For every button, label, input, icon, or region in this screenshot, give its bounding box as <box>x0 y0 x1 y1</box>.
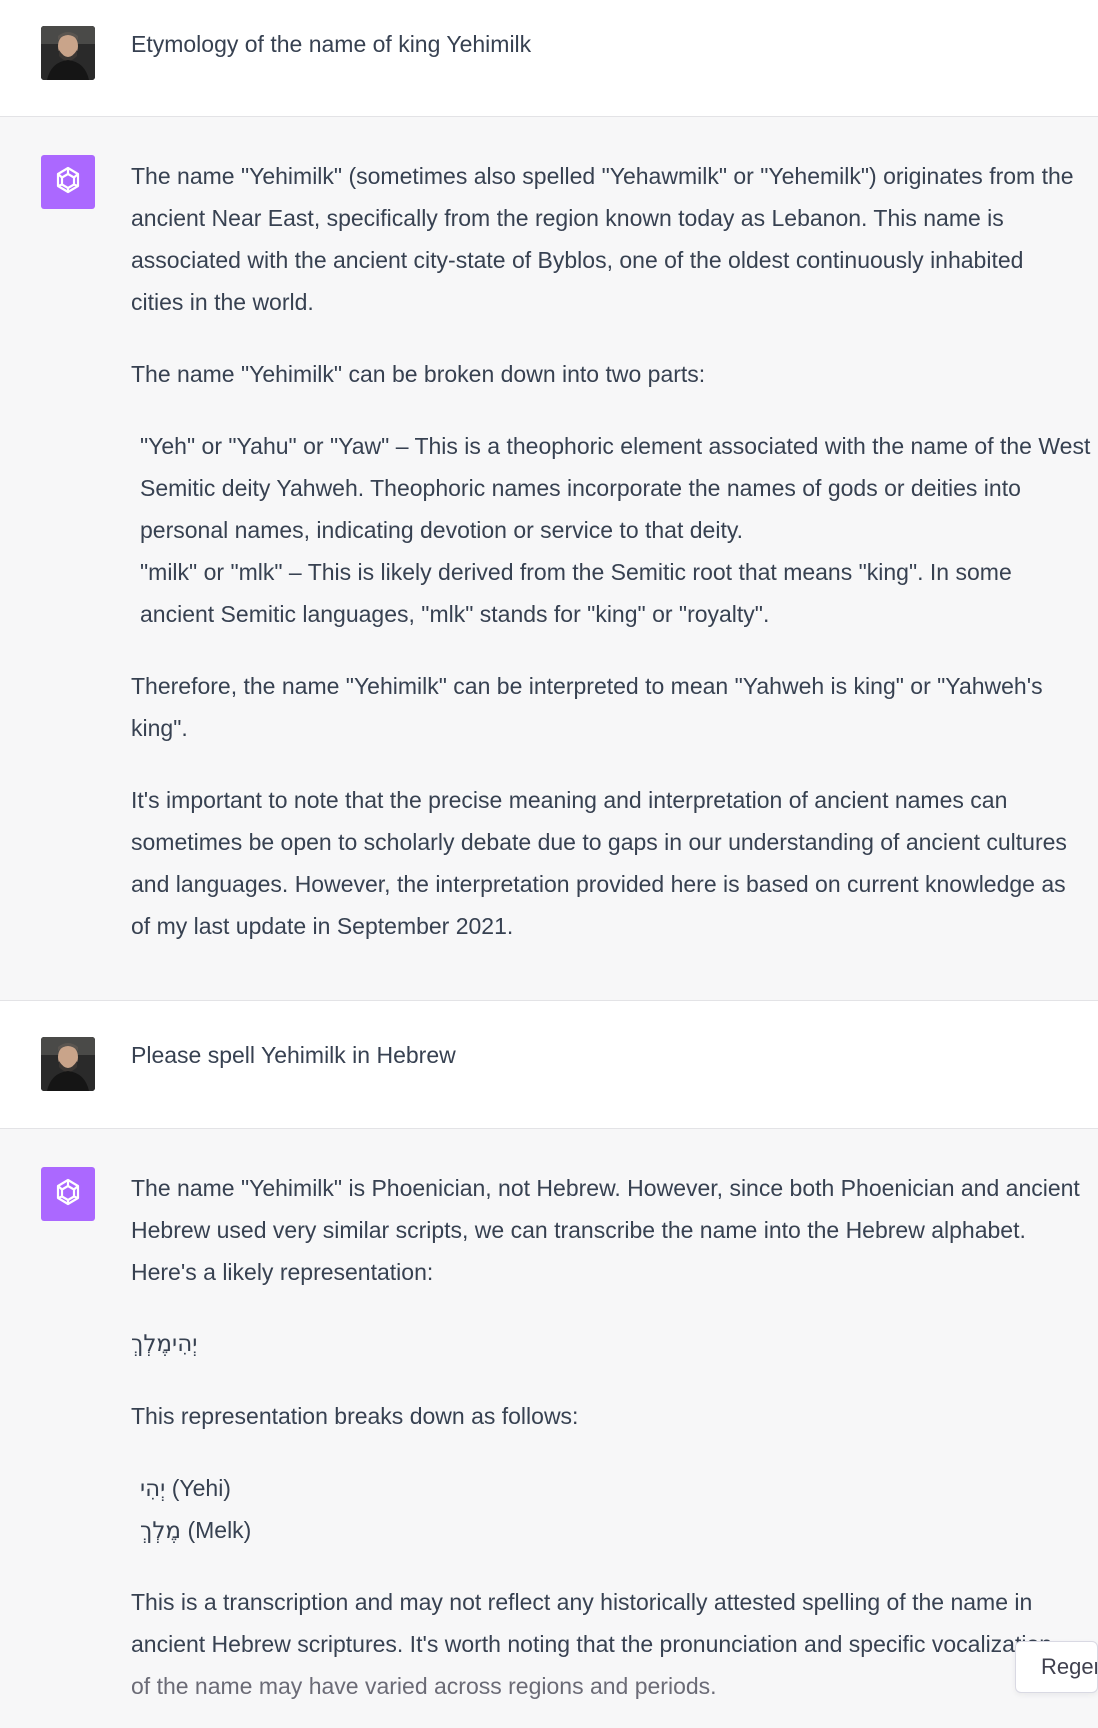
user-photo-icon <box>41 1037 95 1091</box>
answer-line: Therefore, the name "Yehimilk" can be in… <box>131 673 1043 699</box>
answer-line: Hebrew used very similar scripts, we can… <box>131 1217 1026 1243</box>
answer-line: This is a transcription and may not refl… <box>131 1589 1033 1615</box>
list-item-line: ancient Semitic languages, "mlk" stands … <box>140 601 770 627</box>
latin-part: (Yehi) <box>165 1475 231 1501</box>
assistant-avatar <box>41 1167 95 1221</box>
regenerate-label: Regenerate <box>1041 1654 1097 1679</box>
answer-line: This representation breaks down as follo… <box>131 1403 579 1429</box>
latin-part: (Melk) <box>181 1517 252 1543</box>
numbered-list: 1. "Yeh" or "Yahu" or "Yaw" – This is a … <box>131 425 1098 635</box>
bullet-list: • יְהִי (Yehi) • מֶלְךְ (Melk) <box>131 1467 1098 1551</box>
list-item-line: Semitic deity Yahweh. Theophoric names i… <box>140 475 1021 501</box>
regenerate-button[interactable]: Regenerate <box>1015 1641 1098 1693</box>
answer-line: The name "Yehimilk" (sometimes also spel… <box>131 163 1074 189</box>
openai-logo-icon <box>56 1178 80 1206</box>
openai-logo-icon <box>56 166 80 194</box>
answer-line: of my last update in September 2021. <box>131 913 514 939</box>
user-avatar <box>41 26 95 80</box>
answer-line: The name "Yehimilk" can be broken down i… <box>131 361 706 387</box>
answer-line: king". <box>131 715 188 741</box>
answer-line: Here's a likely representation: <box>131 1259 434 1285</box>
answer-line: cities in the world. <box>131 289 314 315</box>
list-item: 2. "milk" or "mlk" – This is likely deri… <box>131 551 1098 635</box>
assistant-avatar <box>41 155 95 209</box>
answer-line: ancient Near East, specifically from the… <box>131 205 1004 231</box>
list-item-line: personal names, indicating devotion or s… <box>140 517 744 543</box>
list-item-line: "Yeh" or "Yahu" or "Yaw" – This is a the… <box>140 433 1091 459</box>
assistant-message-1: The name "Yehimilk" (sometimes also spel… <box>0 116 1098 1001</box>
user-message-2: Please spell Yehimilk in Hebrew <box>0 1001 1098 1128</box>
answer-line: sometimes be open to scholarly debate du… <box>131 829 1067 855</box>
hebrew-part: מֶלְךְ <box>140 1518 182 1544</box>
answer-line: The name "Yehimilk" is Phoenician, not H… <box>131 1175 1080 1201</box>
user-photo-icon <box>41 26 95 80</box>
answer-line: ancient Hebrew scriptures. It's worth no… <box>131 1631 1053 1657</box>
user-message-1: Etymology of the name of king Yehimilk <box>0 0 1098 117</box>
user-question-text: Please spell Yehimilk in Hebrew <box>131 1042 456 1068</box>
list-item: 1. "Yeh" or "Yahu" or "Yaw" – This is a … <box>131 425 1098 551</box>
list-item-line: "milk" or "mlk" – This is likely derived… <box>140 559 1012 585</box>
list-item: • יְהִי (Yehi) <box>131 1467 1098 1509</box>
answer-line: of the name may have varied across regio… <box>131 1673 717 1699</box>
answer-line: associated with the ancient city-state o… <box>131 247 1024 273</box>
user-question-text: Etymology of the name of king Yehimilk <box>131 31 532 57</box>
hebrew-part: יְהִי <box>140 1476 166 1502</box>
list-item: • מֶלְךְ (Melk) <box>131 1509 1098 1551</box>
answer-line: It's important to note that the precise … <box>131 787 1008 813</box>
hebrew-spelling: יְהִימֶלְךְ <box>131 1331 198 1357</box>
assistant-message-2: The name "Yehimilk" is Phoenician, not H… <box>0 1128 1098 1728</box>
answer-line: and languages. However, the interpretati… <box>131 871 1066 897</box>
user-avatar <box>41 1037 95 1091</box>
